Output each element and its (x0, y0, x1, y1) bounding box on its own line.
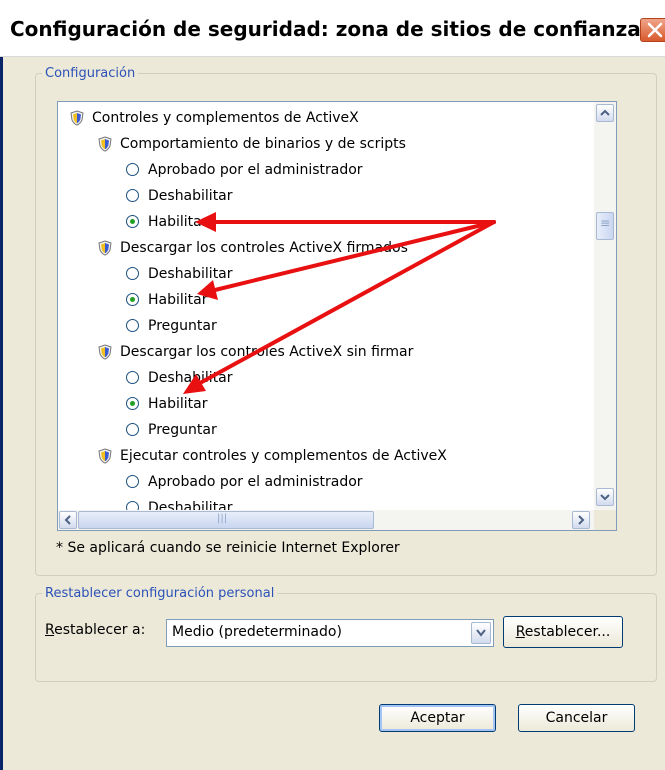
horizontal-scroll-thumb[interactable] (78, 511, 374, 529)
horizontal-scrollbar[interactable] (58, 510, 594, 530)
chevron-right-icon (578, 515, 585, 525)
title-bar: Configuración de seguridad: zona de siti… (0, 0, 665, 57)
tree-row-label: Descargar los controles ActiveX sin firm… (120, 344, 414, 360)
chevron-left-icon (64, 515, 71, 525)
reset-level-dropdown-button[interactable] (471, 622, 491, 644)
scroll-corner (594, 510, 616, 530)
tree-row-label: Deshabilitar (148, 370, 233, 386)
radio-button[interactable] (126, 267, 139, 280)
settings-group-legend: Configuración (45, 66, 136, 81)
radio-button[interactable] (126, 423, 139, 436)
security-shield-icon (70, 110, 84, 126)
settings-tree[interactable]: Controles y complementos de ActiveX Compo… (57, 101, 617, 531)
cancel-button[interactable]: Cancelar (518, 704, 635, 732)
reset-group-legend: Restablecer configuración personal (45, 586, 275, 601)
tree-row-label: Ejecutar controles y complementos de Act… (120, 448, 447, 464)
tree-row-label: Habilitar (148, 396, 208, 412)
tree-row-label: Aprobado por el administrador (148, 474, 363, 490)
tree-row-label: Preguntar (148, 422, 217, 438)
chevron-up-icon (600, 109, 610, 116)
close-icon (647, 22, 663, 38)
reset-button-label: Restablecer... (515, 624, 611, 640)
vertical-scroll-thumb[interactable] (596, 212, 614, 240)
restart-note: * Se aplicará cuando se reinicie Interne… (56, 540, 400, 556)
radio-button[interactable] (126, 371, 139, 384)
reset-to-label-text: Restablecer a: (45, 622, 146, 638)
radio-button[interactable] (126, 475, 139, 488)
security-shield-icon (98, 240, 112, 256)
reset-level-value: Medio (predeterminado) (172, 624, 342, 640)
tree-row-label: Controles y complementos de ActiveX (92, 110, 359, 126)
window-title: Configuración de seguridad: zona de siti… (10, 17, 641, 41)
radio-button[interactable] (126, 293, 139, 306)
reset-level-select[interactable]: Medio (predeterminado) (166, 619, 494, 647)
vertical-scrollbar[interactable] (594, 102, 616, 510)
scroll-left-button[interactable] (59, 511, 77, 529)
security-shield-icon (98, 136, 112, 152)
tree-row-label: Preguntar (148, 318, 217, 334)
reset-to-label: Restablecer a: (45, 622, 145, 638)
radio-button[interactable] (126, 319, 139, 332)
chevron-down-icon (476, 629, 486, 637)
security-shield-icon (98, 448, 112, 464)
radio-button[interactable] (126, 189, 139, 202)
tree-row-label: Habilitar (148, 292, 208, 308)
chevron-down-icon (600, 494, 610, 501)
radio-button[interactable] (126, 397, 139, 410)
tree-row-label: Deshabilitar (148, 188, 233, 204)
scroll-right-button[interactable] (572, 511, 590, 529)
tree-row-label: Comportamiento de binarios y de scripts (120, 136, 406, 152)
tree-row-label: Descargar los controles ActiveX firmados (120, 240, 408, 256)
tree-row-label: Habilitar (148, 214, 208, 230)
security-shield-icon (98, 344, 112, 360)
tree-row-label: Deshabilitar (148, 266, 233, 282)
close-button[interactable] (640, 18, 665, 42)
radio-button[interactable] (126, 215, 139, 228)
scroll-up-button[interactable] (596, 104, 614, 122)
tree-row-label: Aprobado por el administrador (148, 162, 363, 178)
radio-button[interactable] (126, 163, 139, 176)
reset-button[interactable]: Restablecer... (503, 616, 623, 648)
ok-button[interactable]: Aceptar (379, 704, 496, 732)
scroll-down-button[interactable] (596, 488, 614, 506)
